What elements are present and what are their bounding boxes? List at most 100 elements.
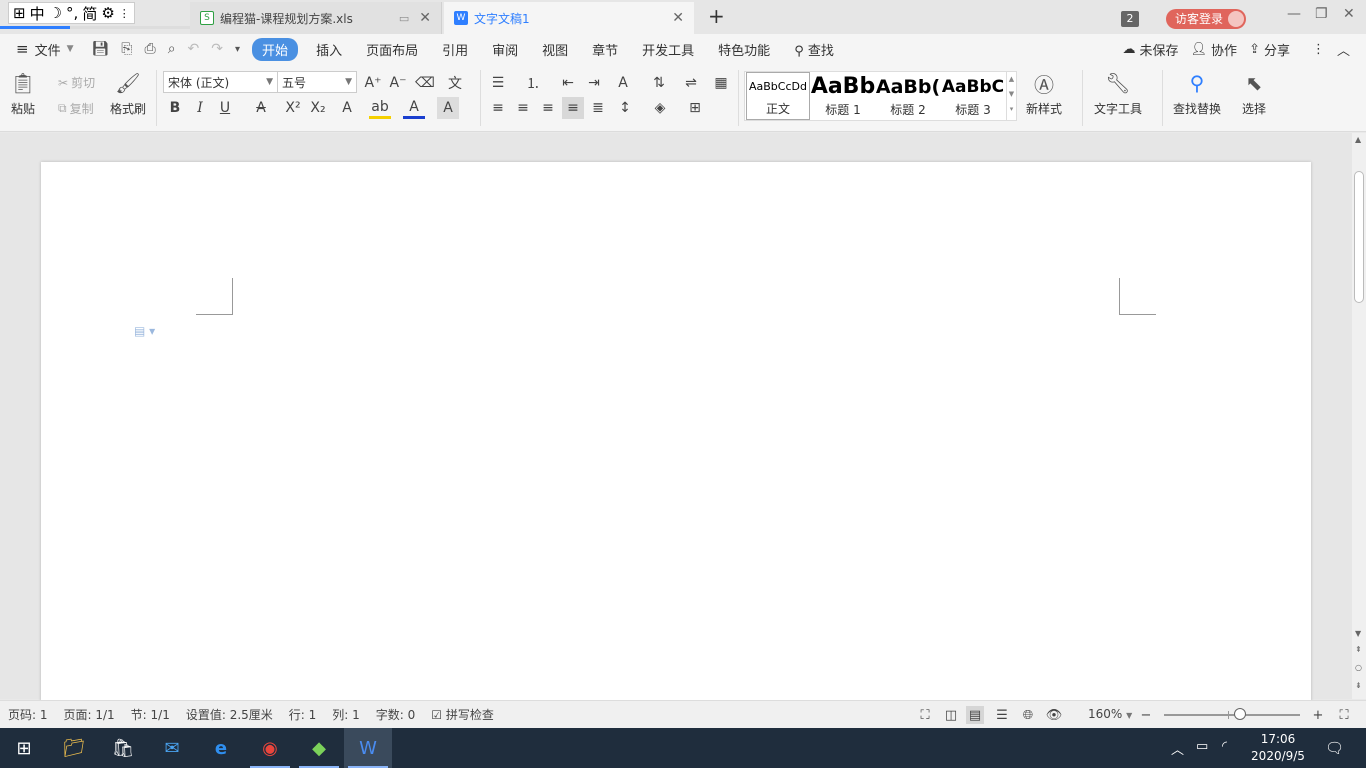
spellcheck-toggle[interactable]: ☑ 拼写检查 [423, 706, 502, 723]
wps-writer-icon[interactable]: W [344, 728, 392, 768]
close-icon[interactable]: ✕ [672, 10, 684, 26]
zoom-slider-thumb[interactable] [1234, 708, 1247, 720]
new-tab-button[interactable]: + [708, 4, 725, 28]
sort-icon[interactable]: ⇅ [648, 72, 670, 94]
ime-more-icon[interactable]: ⋮ [119, 7, 130, 20]
scroll-down-icon[interactable]: ▼ [1355, 629, 1361, 638]
tab-document[interactable]: W 文字文稿1 ✕ [444, 2, 694, 34]
more-options-icon[interactable]: ⋮ [1306, 42, 1331, 57]
underline-icon[interactable]: U [214, 97, 236, 119]
grow-font-icon[interactable]: A⁺ [362, 72, 384, 94]
collaborate-button[interactable]: 👤︎ 协作 [1185, 40, 1244, 59]
prev-page-icon[interactable]: ⇞ [1355, 645, 1362, 654]
notification-icon[interactable]: 🗨︎ [1325, 739, 1344, 757]
system-clock[interactable]: 17:06 2020/9/5 [1250, 731, 1306, 765]
increase-indent-icon[interactable]: ⇥ [583, 72, 605, 94]
print-preview-icon[interactable]: ⌕ [162, 41, 182, 57]
battery-icon[interactable]: ▭ [1196, 739, 1208, 754]
collapse-ribbon-icon[interactable]: ︿ [1331, 40, 1356, 59]
char-shading-icon[interactable]: A [437, 97, 459, 119]
export-pdf-icon[interactable]: ⎘ [115, 41, 138, 57]
find-replace-button[interactable]: ⚲ 查找替换 [1173, 70, 1221, 117]
tab-developer[interactable]: 开发工具 [630, 40, 706, 59]
font-name-select[interactable]: 宋体 (正文) ▼ [163, 71, 278, 93]
align-left-icon[interactable]: ≡ [487, 97, 509, 119]
style-normal[interactable]: AaBbCcDd 正文 [746, 72, 810, 120]
select-button[interactable]: ⬉ 选择 [1241, 70, 1267, 117]
scrollbar-thumb[interactable] [1354, 171, 1364, 303]
chrome-browser-icon[interactable]: ◉ [246, 728, 294, 768]
tab-insert[interactable]: 插入 [304, 40, 354, 59]
shrink-font-icon[interactable]: A⁻ [387, 72, 409, 94]
unsaved-status[interactable]: ☁ 未保存 [1117, 40, 1185, 59]
table-icon[interactable]: ▦ [710, 72, 732, 94]
borders-icon[interactable]: ⊞ [684, 97, 706, 119]
undo-icon[interactable]: ↶ [182, 41, 206, 57]
file-explorer-icon[interactable]: 📁︎ [50, 728, 98, 768]
align-center-icon[interactable]: ≡ [512, 97, 534, 119]
paste-button[interactable]: 📋︎ 粘贴 [10, 70, 36, 117]
bold-icon[interactable]: B [164, 97, 186, 119]
share-button[interactable]: ⇪ 分享 [1243, 40, 1296, 59]
phonetic-guide-icon[interactable]: 文 [444, 72, 466, 94]
tab-features[interactable]: 特色功能 [706, 40, 782, 59]
superscript-icon[interactable]: X² [282, 97, 304, 119]
column-info[interactable]: 列: 1 [324, 706, 368, 723]
ime-toolbar[interactable]: ⊞ 中 ☽ °, 简 ⚙ ⋮ [8, 2, 135, 24]
windows-start-icon[interactable]: ⊞ [0, 728, 48, 768]
strikethrough-icon[interactable]: A [250, 97, 272, 119]
styles-gallery[interactable]: AaBbCcDd 正文 AaBb 标题 1 AaBb( 标题 2 AaBbC 标… [744, 71, 1017, 121]
tab-review[interactable]: 审阅 [480, 40, 530, 59]
file-menu[interactable]: ≡ 文件 ▼ [0, 40, 86, 59]
app-icon[interactable]: ◆ [295, 728, 343, 768]
save-icon[interactable]: 💾︎ [86, 41, 116, 57]
clear-format-icon[interactable]: ⌫ [414, 72, 436, 94]
browse-object-icon[interactable]: ○ [1355, 663, 1362, 672]
mail-icon[interactable]: ✉ [148, 728, 196, 768]
ime-punct-label[interactable]: °, [66, 4, 78, 22]
subscript-icon[interactable]: X₂ [307, 97, 329, 119]
tab-references[interactable]: 引用 [430, 40, 480, 59]
ime-gear-icon[interactable]: ⚙ [101, 4, 114, 22]
zoom-in-icon[interactable]: + [1309, 706, 1327, 724]
line-info[interactable]: 行: 1 [281, 706, 325, 723]
gallery-scroll[interactable]: ▲ ▼ ▾ [1006, 72, 1016, 120]
style-heading-3[interactable]: AaBbC 标题 3 [941, 72, 1005, 120]
fullscreen-icon[interactable]: ⛶ [916, 706, 934, 724]
redo-icon[interactable]: ↷ [205, 41, 229, 57]
tab-spreadsheet[interactable]: S 编程猫-课程规划方案.xls ▭ ✕ [190, 2, 442, 34]
customize-icon[interactable]: ▾ [229, 44, 246, 55]
eye-protection-icon[interactable]: 👁︎ [1045, 706, 1063, 724]
format-painter-button[interactable]: 🖌︎ 格式刷 [110, 70, 146, 117]
minimize-icon[interactable]: — [1287, 6, 1301, 22]
justify-icon[interactable]: ≡ [562, 97, 584, 119]
word-count[interactable]: 字数: 0 [368, 706, 424, 723]
scroll-up-icon[interactable]: ▲ [1355, 135, 1361, 144]
ime-moon-icon[interactable]: ☽ [49, 4, 62, 22]
highlight-icon[interactable]: ab [369, 97, 391, 119]
vertical-scrollbar[interactable]: ▲ ▼ ⇞ ○ ⇟ [1352, 133, 1366, 699]
ime-mode-label[interactable]: 中 [30, 3, 45, 24]
store-icon[interactable]: 🛍︎ [99, 728, 147, 768]
close-icon[interactable]: ✕ [419, 10, 431, 26]
tab-page-layout[interactable]: 页面布局 [354, 40, 430, 59]
ime-script-label[interactable]: 简 [82, 3, 97, 24]
tab-view[interactable]: 视图 [530, 40, 580, 59]
page-view-icon[interactable]: ▤ [966, 706, 984, 724]
page-number[interactable]: 页码: 1 [0, 706, 56, 723]
decrease-indent-icon[interactable]: ⇤ [557, 72, 579, 94]
style-heading-2[interactable]: AaBb( 标题 2 [876, 72, 940, 120]
text-effect-icon[interactable]: A [336, 97, 358, 119]
print-icon[interactable]: ⎙ [139, 41, 162, 57]
shading-icon[interactable]: ◈ [649, 97, 671, 119]
next-page-icon[interactable]: ⇟ [1355, 681, 1362, 690]
tray-expand-icon[interactable]: ︿ [1171, 739, 1184, 758]
cut-button[interactable]: ✂ 剪切 [58, 74, 95, 91]
italic-icon[interactable]: I [189, 97, 211, 119]
style-heading-1[interactable]: AaBb 标题 1 [811, 72, 875, 120]
paragraph-handle-icon[interactable]: ▤ ▾ [134, 324, 155, 338]
section-info[interactable]: 节: 1/1 [123, 706, 178, 723]
numbered-list-icon[interactable]: ⒈ [522, 72, 544, 94]
page-count[interactable]: 页面: 1/1 [56, 706, 123, 723]
search-button[interactable]: ⚲ 查找 [782, 40, 846, 59]
